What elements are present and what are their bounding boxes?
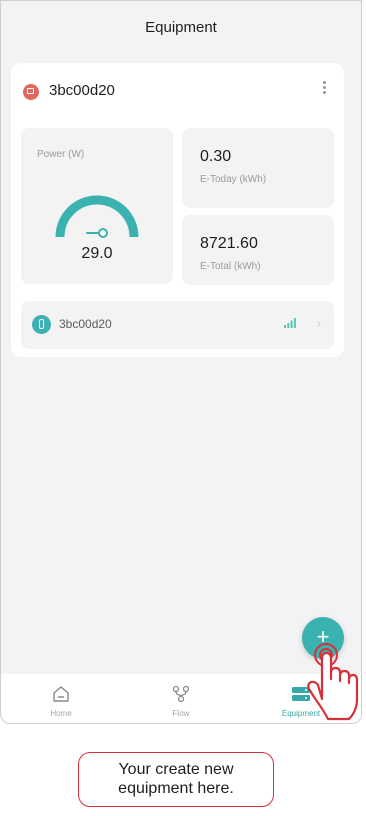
- power-tile: Power (W) 29.0: [21, 128, 173, 284]
- device-name: 3bc00d20: [49, 82, 115, 99]
- tooltip-callout: Your create new equipment here.: [78, 752, 274, 807]
- tab-flow-label: Flow: [172, 709, 190, 718]
- chevron-right-icon: ›: [316, 315, 321, 331]
- page-title: Equipment: [145, 19, 217, 36]
- e-total-tile: 8721.60 E-Total (kWh): [182, 215, 334, 285]
- power-gauge: [55, 195, 139, 238]
- tab-home[interactable]: Home: [1, 674, 121, 723]
- e-today-label: E-Today (kWh): [200, 174, 267, 185]
- device-card[interactable]: 3bc00d20 Power (W) 29.0 0.30 E-Today (kW…: [11, 63, 344, 357]
- more-menu-icon[interactable]: [316, 79, 332, 96]
- flow-icon: [172, 685, 190, 703]
- callout-line-2: equipment here.: [118, 780, 234, 797]
- power-value: 29.0: [81, 245, 113, 262]
- tab-flow[interactable]: Flow: [121, 674, 241, 723]
- app-screen: Equipment 3bc00d20 Power (W) 29.0 0.30 E…: [0, 0, 362, 724]
- pointing-hand-icon: [307, 643, 359, 721]
- tab-home-label: Home: [50, 709, 72, 718]
- inverter-icon: [23, 84, 39, 100]
- power-label: Power (W): [37, 149, 85, 160]
- sub-device-row[interactable]: 3bc00d20 ›: [21, 301, 334, 349]
- e-total-label: E-Total (kWh): [200, 261, 261, 272]
- e-total-value: 8721.60: [200, 235, 258, 252]
- signal-icon: [284, 318, 296, 328]
- sub-device-name: 3bc00d20: [59, 317, 112, 331]
- callout-line-1: Your create new: [118, 761, 234, 778]
- e-today-tile: 0.30 E-Today (kWh): [182, 128, 334, 208]
- home-icon: [53, 686, 69, 702]
- datalogger-icon: [32, 315, 51, 334]
- e-today-value: 0.30: [200, 148, 232, 165]
